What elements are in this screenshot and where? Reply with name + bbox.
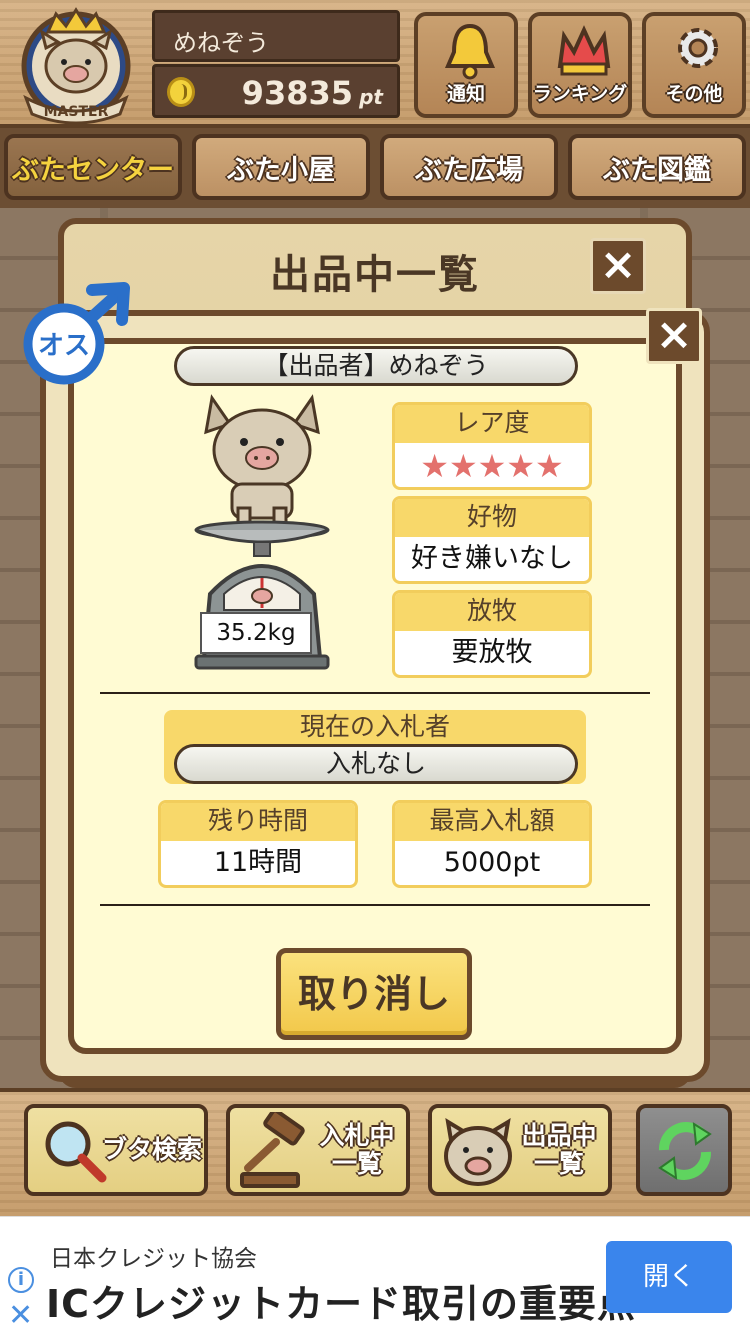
cancel-listing-button[interactable]: 取り消し [276,948,472,1040]
player-name: めねぞう [152,10,400,62]
divider [100,904,650,906]
rarity-stars: ★★★★★ [420,447,564,485]
close-list-button[interactable]: × [590,238,646,294]
pig-search-button[interactable]: ブタ検索 [24,1104,208,1196]
ad-sponsor: 日本クレジット協会 [50,1246,257,1272]
points-unit: pt [359,85,383,109]
settings-button[interactable]: その他 [642,12,746,118]
gender-label: オス [38,331,90,361]
favorite-food-card: 好物 好き嫌いなし [392,496,592,584]
coin-icon [167,77,195,107]
magnifier-icon [45,1121,107,1183]
ad-open-button[interactable]: 開く [606,1241,732,1313]
tab-buta-center[interactable]: ぶたセンター [4,134,182,200]
current-bidder-label: 現在の入札者 [299,712,450,741]
grazing-label: 放牧 [395,593,589,631]
bidding-list-label-line2: 一覧 [331,1149,382,1178]
listing-list-button[interactable]: 出品中 一覧 [428,1104,612,1196]
refresh-button[interactable] [636,1104,732,1196]
male-gender-badge: オス [20,282,132,386]
gavel-icon [240,1112,305,1188]
tab-buta-hut[interactable]: ぶた小屋 [192,134,370,200]
grazing-card: 放牧 要放牧 [392,590,592,678]
pig-search-label: ブタ検索 [102,1135,203,1164]
ranking-label: ランキング [532,83,628,105]
points-display: 93835 pt [152,64,400,118]
grazing-value: 要放牧 [451,637,533,668]
remaining-time-value: 11時間 [213,847,303,878]
max-bid-label: 最高入札額 [395,803,589,841]
top-bar: MASTER めねぞう 93835 pt 通知 ランキング その他 [0,0,750,128]
rarity-card: レア度 ★★★★★ [392,402,592,490]
bidding-list-button[interactable]: 入札中 一覧 [226,1104,410,1196]
ad-banner[interactable]: i ✕ 日本クレジット協会 ICクレジットカード取引の重要点 開く [0,1216,750,1334]
ad-headline[interactable]: ICクレジットカード取引の重要点 [46,1273,636,1328]
bidding-list-label-line1: 入札中 [319,1121,395,1150]
bell-icon [444,23,496,80]
remaining-time-label: 残り時間 [161,803,355,841]
crown-icon [557,25,611,76]
remaining-time-card: 残り時間 11時間 [158,800,358,888]
listing-list-label-line1: 出品中 [521,1121,597,1150]
rarity-label: レア度 [395,405,589,443]
max-bid-card: 最高入札額 5000pt [392,800,592,888]
seller-name: 【出品者】めねぞう [174,346,578,386]
refresh-icon [658,1122,712,1180]
favorite-label: 好物 [395,499,589,537]
main-tabs: ぶたセンター ぶた小屋 ぶた広場 ぶた図鑑 [0,128,750,208]
tab-buta-plaza[interactable]: ぶた広場 [380,134,558,200]
divider [100,692,650,694]
ranking-button[interactable]: ランキング [528,12,632,118]
listing-list-label-line2: 一覧 [533,1149,584,1178]
bottom-toolbar: ブタ検索 入札中 一覧 出品中 一覧 [0,1088,750,1216]
ad-close-icon[interactable]: ✕ [8,1301,33,1331]
settings-label: その他 [665,83,723,105]
pig-face-icon [444,1118,512,1186]
points-value: 93835 [241,74,353,112]
master-badge-text: MASTER [44,104,109,120]
notification-button[interactable]: 通知 [414,12,518,118]
tab-buta-encyclopedia[interactable]: ぶた図鑑 [568,134,746,200]
favorite-value: 好き嫌いなし [411,543,573,574]
notification-label: 通知 [446,83,485,105]
max-bid-value: 5000pt [443,847,541,878]
gear-icon [678,28,718,68]
ad-info-icon[interactable]: i [8,1267,34,1293]
current-bidder-value: 入札なし [174,744,578,784]
close-detail-button[interactable]: × [646,308,702,364]
weight-value: 35.2kg [200,612,312,654]
master-rank-badge[interactable]: MASTER [12,6,140,125]
